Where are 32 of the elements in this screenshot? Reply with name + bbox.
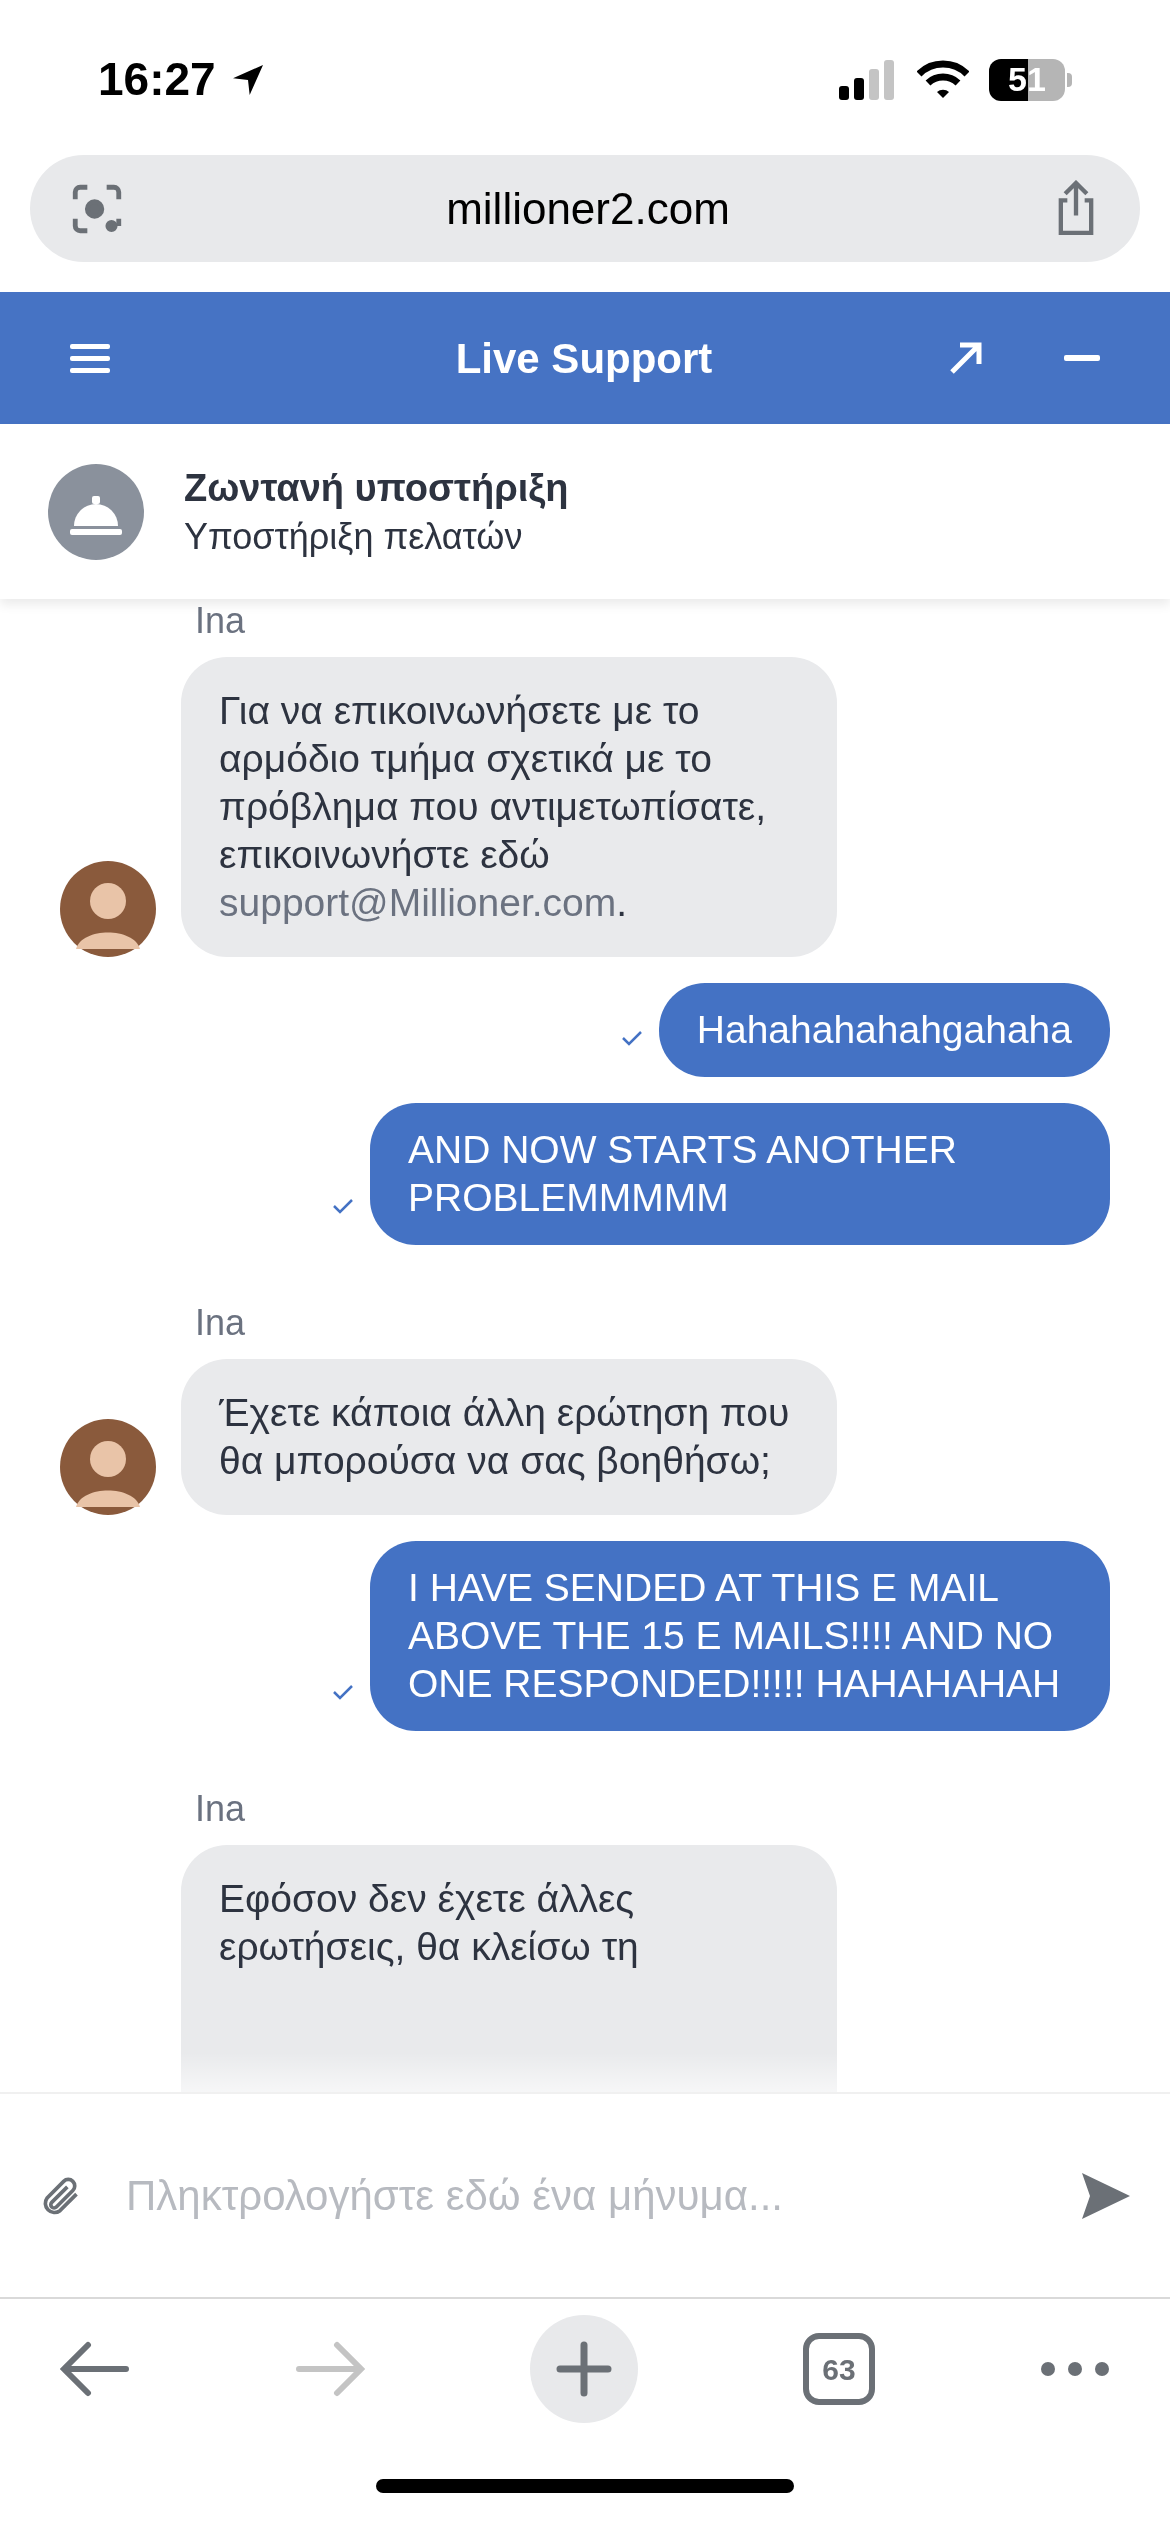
sender-name: Ina	[194, 1787, 247, 1831]
signal-icon	[839, 59, 897, 100]
back-arrow-icon[interactable]	[60, 2341, 130, 2397]
sent-message: AND NOW STARTS ANOTHER PROBLEMMMMM	[370, 1103, 1110, 1245]
email-link[interactable]: support@Millioner.com	[219, 881, 617, 924]
agent-subtitle: Υποστήριξη πελατών	[184, 514, 524, 559]
url-text: millioner2.com	[446, 182, 730, 235]
address-bar[interactable]: millioner2.com	[30, 155, 1140, 262]
sent-message: Hahahahahahgahaha	[658, 983, 1110, 1077]
checkmark-icon	[620, 1029, 643, 1047]
more-icon[interactable]	[1040, 2361, 1110, 2377]
message-input[interactable]: Πληκτρολογήστε εδώ ένα μήνυμα...	[126, 2164, 1036, 2227]
sender-name: Ina	[194, 1301, 247, 1345]
chat-title: Live Support	[455, 333, 713, 384]
checkmark-icon	[332, 1197, 354, 1215]
checkmark-icon	[332, 1683, 354, 1701]
sent-message: I HAVE SENDED AT THIS E MAIL ABOVE THE 15 E MAILS!!!! AND NO ONE RESPONDED!!!!! HAHAHAHAH	[370, 1541, 1110, 1731]
avatar-icon	[60, 861, 156, 957]
send-icon[interactable]	[1080, 2170, 1132, 2221]
status-time: 16:27	[98, 52, 216, 107]
wifi-icon	[917, 59, 969, 100]
received-message: Για να επικοινωνήσετε με το αρμόδιο τμήμα σχετικά με το πρόβλημα που αντιμετωπίσατε, επικοινωνήστε εδώ support@Millioner.com.	[181, 657, 837, 957]
received-message: Έχετε κάποια άλλη ερώτηση που θα μπορούσα να σας βοηθήσω;	[181, 1359, 837, 1515]
plus-icon	[556, 2341, 612, 2397]
menu-icon[interactable]	[70, 342, 110, 374]
tabs-button[interactable]: 63	[803, 2333, 875, 2405]
agent-title: Ζωντανή υποστήριξη	[184, 465, 569, 511]
avatar-icon	[60, 1419, 156, 1515]
received-message: Εφόσον δεν έχετε άλλες ερωτήσεις, θα κλείσω τη	[181, 1845, 837, 2092]
expand-arrow-icon[interactable]	[948, 340, 984, 376]
service-bell-icon	[48, 463, 144, 560]
sender-name: Ina	[194, 599, 247, 643]
